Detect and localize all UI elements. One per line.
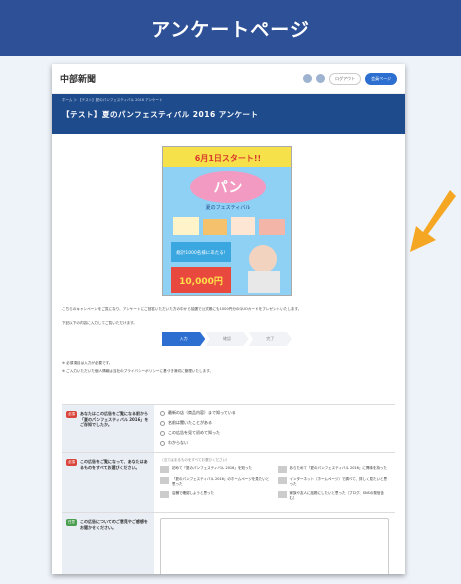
question-3: 任意 この広告についてのご意見やご感想をお聞かせください。 [62,513,395,574]
question-2: 必須 この広告をご覧になって、あなたはあるものをすべてお選びください。 （当ては… [62,453,395,513]
radio-button[interactable] [160,430,165,436]
question-1-answers: 最新の店（商品内容）まで知っている 名前は聞いたことがある この広告を見て初めて… [154,405,395,452]
q2-option-3[interactable]: 「夏のパンフェスティバル 2016」のホームページを見たいと思った [160,477,272,487]
banner-title: アンケートページ [151,18,310,41]
q1-option-1[interactable]: 最新の店（商品内容）まで知っている [160,410,389,416]
page-hero: ホーム ＞ 【テスト】夏のパンフェスティバル 2016 アンケート 【テスト】夏… [52,94,405,134]
q2-option-4[interactable]: インターネット（ホームページ）で調べて、詳しく見たいと思った [277,477,390,487]
notification-icon[interactable] [316,74,326,83]
question-3-text: この広告についてのご意見やご感想をお聞かせください。 [80,519,148,530]
step-confirm: 確認 [205,332,249,346]
logout-button[interactable]: ログアウト [329,72,362,85]
q2-options-grid: 初めて「夏のパンフェスティバル 2016」を知った あらためて「夏のパンフェステ… [160,466,389,501]
page-title: 【テスト】夏のパンフェスティバル 2016 アンケート [62,110,259,119]
option-label: 最新の店（商品内容）まで知っている [168,410,236,415]
progress-steps: 入力 確認 完了 [162,332,292,346]
header-actions: ログアウト 会員ページ [303,72,397,85]
poster-sub: 夏のフェスティバル [206,205,251,211]
q2-option-2[interactable]: あらためて「夏のパンフェスティバル 2016」に興味を持った [277,466,390,473]
poster-prize: 総計1000名様にあたる! [176,249,225,256]
required-note: ※ 必須項目は入力が必要です。 [62,361,113,365]
arrow-down-left-icon [410,190,456,252]
checkbox[interactable] [160,466,169,473]
checkbox[interactable] [160,491,169,498]
comment-textarea[interactable] [160,518,389,574]
question-3-answers [154,513,395,574]
optional-badge: 任意 [66,519,77,526]
option-label: 家族や友人に話題にしたいと思った（ブログ、SNSの発信含む） [289,491,384,500]
user-icon[interactable] [303,74,313,83]
question-3-label: 任意 この広告についてのご意見やご感想をお聞かせください。 [62,513,154,574]
q2-option-1[interactable]: 初めて「夏のパンフェスティバル 2016」を知った [160,466,272,473]
question-1: 必須 あなたはこの広告をご覧になる前から「夏のパンフェスティバル 2016」をご… [62,405,395,453]
q1-option-3[interactable]: この広告を見て初めて知った [160,430,389,436]
breadcrumb[interactable]: ホーム ＞ 【テスト】夏のパンフェスティバル 2016 アンケート [62,98,395,103]
q2-option-5[interactable]: 店舗で確認しようと思った [160,491,272,501]
q2-option-6[interactable]: 家族や友人に話題にしたいと思った（ブログ、SNSの発信含む） [277,491,390,501]
required-badge: 必須 [66,411,77,418]
step-input: 入力 [162,332,206,346]
option-label: あらためて「夏のパンフェスティバル 2016」に興味を持った [289,466,387,470]
required-badge: 必須 [66,459,77,466]
stage: 中部新聞 ログアウト 会員ページ ホーム ＞ 【テスト】夏のパンフェスティバル … [0,56,461,584]
question-2-label: 必須 この広告をご覧になって、あなたはあるものをすべてお選びください。 [62,453,154,512]
option-label: インターネット（ホームページ）で調べて、詳しく見たいと思った [289,477,388,486]
question-2-answers: （当てはまるものをすべてお選びください） 初めて「夏のパンフェスティバル 201… [154,453,395,512]
checkbox[interactable] [277,491,287,498]
poster-logo-text: パン [214,180,243,196]
poster-prize-big: 10,000円 [179,276,223,287]
checkbox[interactable] [277,477,287,484]
q1-option-2[interactable]: 名前は聞いたことがある [160,420,389,426]
privacy-note: ※ ご入力いただいた個人情報は当社のプライバシーポリシーに基づき適切に管理いたし… [62,369,214,373]
intro-text-2: 下記以下の内容に入力してご覧いただけます。 [62,321,137,325]
radio-button[interactable] [160,410,165,416]
option-label: この広告を見て初めて知った [168,430,220,435]
question-2-text: この広告をご覧になって、あなたはあるものをすべてお選びください。 [80,459,148,470]
option-label: 「夏のパンフェスティバル 2016」のホームページを見たいと思った [172,477,270,486]
radio-button[interactable] [160,440,165,446]
site-logo[interactable]: 中部新聞 [60,72,96,85]
question-1-text: あなたはこの広告をご覧になる前から「夏のパンフェスティバル 2016」をご存知で… [80,411,149,427]
q1-option-4[interactable]: わからない [160,440,389,446]
option-label: わからない [168,440,188,445]
site-header: 中部新聞 ログアウト 会員ページ [52,64,405,94]
radio-button[interactable] [160,420,165,426]
poster-headline: 6月1日スタート!! [195,153,261,163]
option-label: 名前は聞いたことがある [168,420,212,425]
option-label: 初めて「夏のパンフェスティバル 2016」を知った [172,466,252,470]
question-2-hint: （当てはまるものをすべてお選びください） [160,458,230,462]
member-page-button[interactable]: 会員ページ [365,72,397,85]
campaign-poster-image: 6月1日スタート!! パン 夏のフェスティバル 総計1000名様にあたる! 10… [162,146,292,296]
question-1-label: 必須 あなたはこの広告をご覧になる前から「夏のパンフェスティバル 2016」をご… [62,405,154,452]
screenshot-card: 中部新聞 ログアウト 会員ページ ホーム ＞ 【テスト】夏のパンフェスティバル … [52,64,405,574]
page-banner: アンケートページ [0,0,461,56]
poster-illustration: 6月1日スタート!! パン 夏のフェスティバル 総計1000名様にあたる! 10… [163,147,291,295]
step-complete: 完了 [248,332,292,346]
checkbox[interactable] [160,477,169,484]
intro-text-1: こちらのキャンペーンをご覧になり、アンケートにご回答いただいた方の中から抽選で公… [62,307,302,311]
option-label: 店舗で確認しようと思った [172,491,214,495]
checkbox[interactable] [277,466,287,473]
survey-form: 必須 あなたはこの広告をご覧になる前から「夏のパンフェスティバル 2016」をご… [62,404,395,574]
